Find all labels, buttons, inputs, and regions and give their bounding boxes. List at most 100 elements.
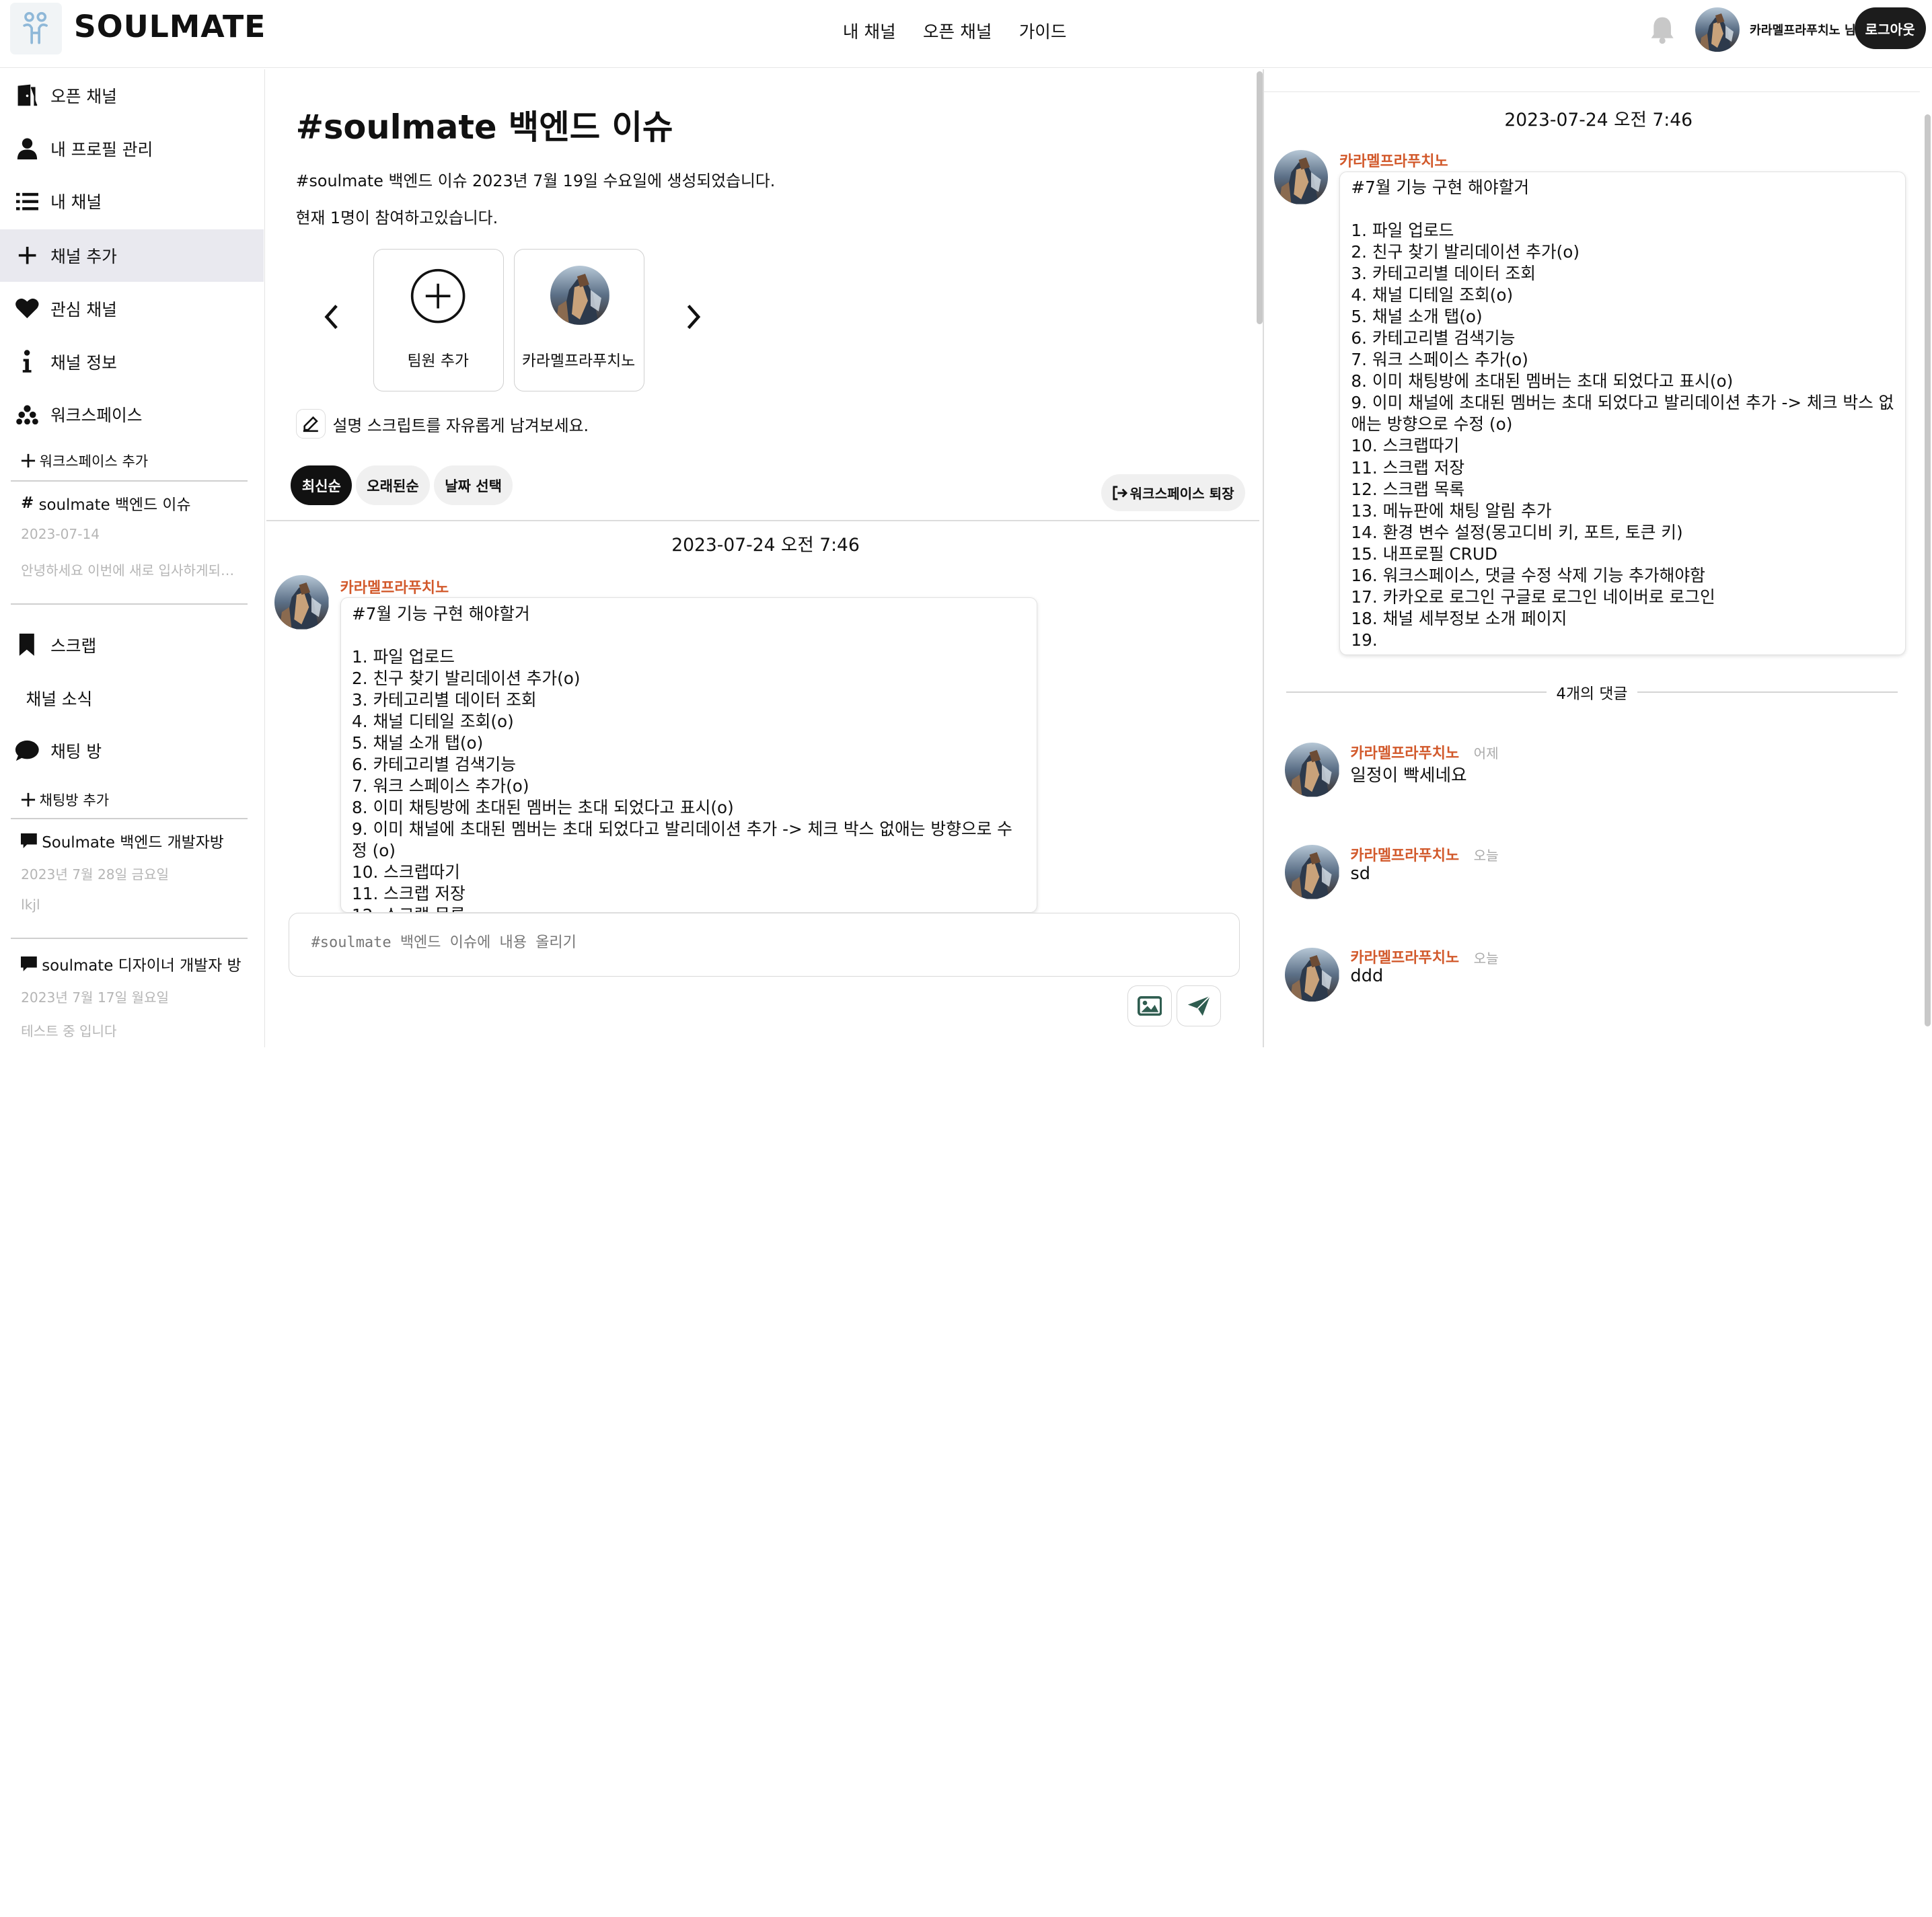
thread-panel: 2023-07-24 오전 7:46 카라멜프라푸치노 #7월 기능 구현 해야… bbox=[1264, 69, 1932, 1047]
add-member-card[interactable]: 팀원 추가 bbox=[373, 248, 505, 392]
sidebar-item-label: 내 프로필 관리 bbox=[50, 139, 153, 159]
app-root: SOULMATE 내 채널 오픈 채널 가이드 카라멜프라푸치노 님 로그아웃 … bbox=[0, 0, 1932, 1047]
user-name: 카라멜프라푸치노 님 bbox=[1749, 24, 1856, 38]
chevron-left-icon[interactable] bbox=[323, 303, 340, 335]
chat-entry-date: 2023년 7월 28일 금요일 bbox=[21, 866, 170, 882]
description-placeholder: 설명 스크립트를 자유롭게 남겨보세요. bbox=[332, 416, 589, 435]
sidebar-item-label: 채널 정보 bbox=[50, 352, 117, 373]
divider bbox=[1264, 91, 1920, 93]
sort-latest-button[interactable]: 최신순 bbox=[291, 465, 352, 505]
workspace-entry-name: soulmate 백엔드 이슈 bbox=[38, 496, 191, 514]
workspace-entry-date: 2023-07-14 bbox=[21, 526, 100, 543]
member-card[interactable]: 카라멜프라푸치노 bbox=[513, 248, 644, 392]
chat-entry-name: Soulmate 백엔드 개발자방 bbox=[42, 833, 224, 852]
nav-open-channel[interactable]: 오픈 채널 bbox=[923, 18, 992, 43]
user-avatar[interactable] bbox=[1695, 7, 1740, 52]
plus-circle-icon bbox=[410, 269, 466, 324]
message-input[interactable] bbox=[311, 934, 1199, 952]
sitemap-icon bbox=[13, 401, 40, 428]
exit-workspace-button[interactable]: 워크스페이스 퇴장 bbox=[1101, 474, 1246, 512]
sort-oldest-button[interactable]: 오래된순 bbox=[355, 465, 431, 505]
add-member-label: 팀원 추가 bbox=[407, 352, 469, 371]
message-author: 카라멜프라푸치노 bbox=[340, 580, 449, 597]
comment-text: 일정이 빡세네요 bbox=[1350, 765, 1467, 786]
sidebar-item-favorite[interactable]: 관심 채널 bbox=[0, 282, 264, 335]
message-avatar bbox=[274, 575, 329, 630]
divider bbox=[11, 818, 248, 819]
comment-author: 카라멜프라푸치노 bbox=[1350, 745, 1460, 762]
heart-icon bbox=[13, 295, 40, 322]
workspace-entry[interactable]: # soulmate 백엔드 이슈 bbox=[21, 492, 190, 515]
top-nav: 내 채널 오픈 채널 가이드 bbox=[843, 18, 1067, 43]
channel-scrollbar[interactable] bbox=[1257, 71, 1263, 324]
image-icon bbox=[1137, 995, 1162, 1016]
divider bbox=[1637, 691, 1898, 693]
channel-description: #soulmate 백엔드 이슈 2023년 7월 19일 수요일에 생성되었습… bbox=[295, 172, 776, 191]
comment-time: 오늘 bbox=[1473, 950, 1499, 967]
sidebar-item-my-channel[interactable]: 내 채널 bbox=[0, 175, 264, 228]
workspace-add-button[interactable]: 워크스페이스 추가 bbox=[21, 451, 148, 471]
logo-text[interactable]: SOULMATE bbox=[74, 9, 266, 44]
comment-icon bbox=[21, 833, 37, 848]
sidebar-item-label: 오픈 채널 bbox=[50, 86, 117, 106]
thread-avatar bbox=[1274, 150, 1329, 204]
message-body: #7월 기능 구현 해야할거 1. 파일 업로드 2. 친구 찾기 발리데이션 … bbox=[340, 597, 1038, 913]
sidebar-item-scrap[interactable]: 스크랩 bbox=[0, 618, 264, 671]
channel-panel: #soulmate 백엔드 이슈 #soulmate 백엔드 이슈 2023년 … bbox=[266, 69, 1259, 1047]
sidebar-item-channel-news[interactable]: 채널 소식 bbox=[0, 671, 264, 724]
divider bbox=[11, 603, 248, 605]
image-upload-button[interactable] bbox=[1127, 985, 1172, 1026]
sidebar-item-label: 채널 추가 bbox=[50, 247, 117, 267]
comment-author: 카라멜프라푸치노 bbox=[1350, 949, 1460, 967]
comment-icon bbox=[21, 956, 37, 971]
sidebar-item-channel-info[interactable]: 채널 정보 bbox=[0, 335, 264, 388]
logo-icon[interactable] bbox=[9, 2, 62, 54]
chat-add-label: 채팅방 추가 bbox=[39, 792, 110, 809]
chat-entry-preview: 테스트 중 입니다 bbox=[21, 1022, 117, 1039]
chevron-right-icon[interactable] bbox=[685, 303, 702, 335]
date-select-button[interactable]: 날짜 선택 bbox=[433, 465, 513, 505]
sidebar-item-chat-room[interactable]: 채팅 방 bbox=[0, 724, 264, 778]
sidebar-item-label: 내 채널 bbox=[50, 192, 102, 213]
sidebar-item-label: 워크스페이스 bbox=[50, 406, 143, 426]
avatar bbox=[550, 266, 609, 325]
plus-icon bbox=[13, 242, 40, 269]
edit-icon bbox=[295, 409, 326, 439]
description-edit[interactable]: 설명 스크립트를 자유롭게 남겨보세요. bbox=[295, 409, 589, 439]
member-name: 카라멜프라푸치노 bbox=[521, 352, 636, 371]
chat-add-button[interactable]: 채팅방 추가 bbox=[21, 790, 109, 810]
plus-icon bbox=[22, 454, 36, 468]
nav-my-channel[interactable]: 내 채널 bbox=[843, 18, 896, 43]
chat-entry[interactable]: soulmate 디자이너 개발자 방 bbox=[21, 952, 243, 975]
comment-avatar bbox=[1285, 743, 1339, 797]
chat-entry[interactable]: Soulmate 백엔드 개발자방 bbox=[21, 829, 224, 852]
sidebar-item-label: 채팅 방 bbox=[50, 742, 102, 762]
divider bbox=[11, 937, 248, 939]
sidebar-item-label: 관심 채널 bbox=[50, 299, 117, 320]
chat-icon bbox=[13, 737, 40, 764]
sidebar-item-profile[interactable]: 내 프로필 관리 bbox=[0, 122, 264, 175]
comments-count-separator: 4개의 댓글 bbox=[1286, 681, 1898, 704]
divider bbox=[266, 519, 1259, 521]
sidebar-item-open-channel[interactable]: 오픈 채널 bbox=[0, 69, 264, 122]
nav-guide[interactable]: 가이드 bbox=[1019, 18, 1067, 43]
sidebar-item-workspace[interactable]: 워크스페이스 bbox=[0, 388, 264, 441]
sidebar-item-add-channel[interactable]: 채널 추가 bbox=[0, 229, 264, 283]
hash-icon: # bbox=[21, 494, 34, 512]
bell-icon[interactable] bbox=[1649, 15, 1676, 49]
chat-entry-date: 2023년 7월 17일 월요일 bbox=[21, 989, 170, 1006]
message-composer[interactable] bbox=[288, 913, 1240, 977]
thread-scrollbar[interactable] bbox=[1924, 114, 1931, 1026]
send-button[interactable] bbox=[1177, 985, 1222, 1026]
info-icon bbox=[13, 348, 40, 375]
thread-date-separator: 2023-07-24 오전 7:46 bbox=[1504, 109, 1693, 130]
thread-message-body: #7월 기능 구현 해야할거 1. 파일 업로드 2. 친구 찾기 발리데이션 … bbox=[1339, 171, 1906, 656]
exit-icon bbox=[1113, 486, 1127, 500]
logout-button[interactable]: 로그아웃 bbox=[1854, 7, 1926, 50]
chat-entry-name: soulmate 디자이너 개발자 방 bbox=[42, 956, 241, 975]
sidebar: 오픈 채널 내 프로필 관리 내 채널 채널 추가 관심 채널 채널 정보 워크… bbox=[0, 69, 265, 1047]
comments-count: 4개의 댓글 bbox=[1556, 685, 1628, 704]
sidebar-item-label: 스크랩 bbox=[50, 636, 97, 656]
comment-text: ddd bbox=[1350, 965, 1384, 986]
member-count: 현재 1명이 참여하고있습니다. bbox=[295, 209, 498, 228]
